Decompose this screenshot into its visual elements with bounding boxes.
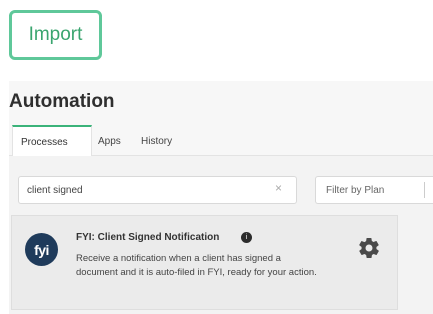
plan-filter-select[interactable]: Filter by Plan ∨ xyxy=(315,176,433,204)
fyi-logo: fyi xyxy=(25,233,58,266)
import-button[interactable]: Import xyxy=(9,10,102,60)
tab-label: Processes xyxy=(21,137,68,148)
process-card[interactable]: fyi FYI: Client Signed Notification i Re… xyxy=(11,215,398,310)
tab-processes[interactable]: Processes xyxy=(12,125,92,156)
tab-history[interactable]: History xyxy=(141,136,172,147)
divider xyxy=(424,182,425,198)
tab-apps[interactable]: Apps xyxy=(98,136,121,147)
info-icon[interactable]: i xyxy=(241,232,252,243)
gear-icon[interactable] xyxy=(357,236,381,260)
plan-filter-placeholder: Filter by Plan xyxy=(326,185,385,196)
card-description: Receive a notification when a client has… xyxy=(76,253,317,278)
page-title: Automation xyxy=(9,91,115,112)
card-title: FYI: Client Signed Notification xyxy=(76,232,220,243)
search-input[interactable] xyxy=(18,176,297,204)
close-icon[interactable]: × xyxy=(275,181,282,195)
automation-header: Automation Processes Apps History xyxy=(9,81,433,156)
